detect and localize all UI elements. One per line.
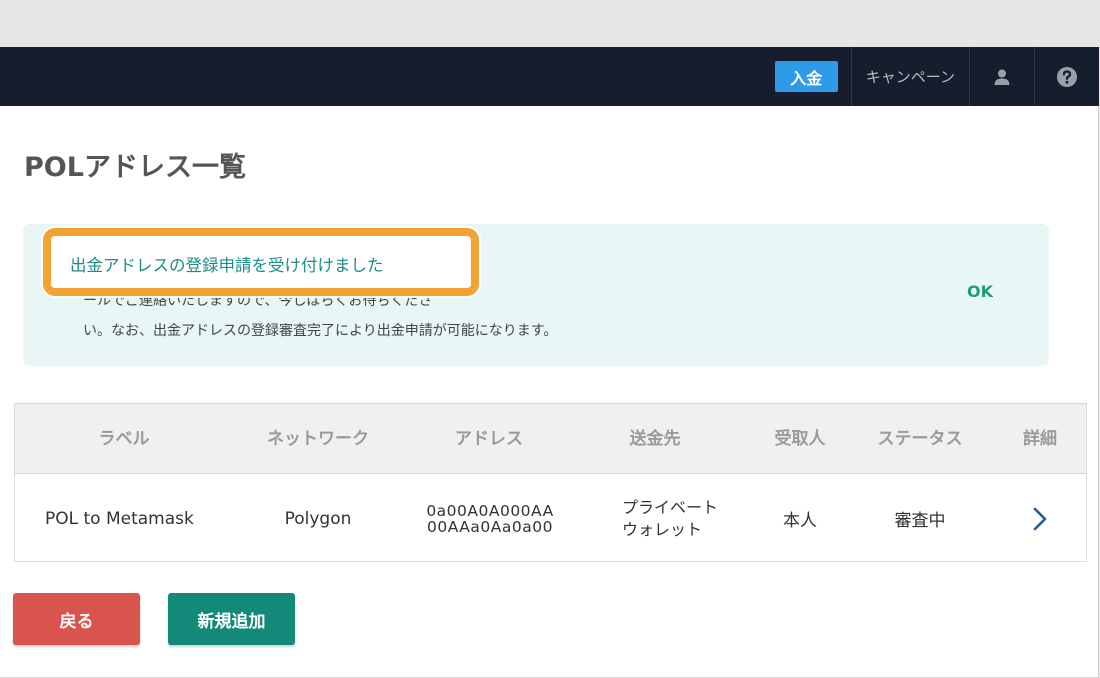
notice-message-line2: い。なお、出金アドレスの登録審査完了により出金申請が可能になります。 bbox=[83, 323, 558, 339]
address-table: ラベル ネットワーク アドレス 送金先 受取人 ステータス 詳細 POL to … bbox=[14, 403, 1087, 562]
cell-label: POL to Metamask bbox=[45, 508, 194, 529]
column-header-network: ネットワーク bbox=[267, 429, 369, 449]
campaign-link[interactable]: キャンペーン bbox=[852, 47, 969, 106]
notice-banner: ールでご連絡いたしますので、今しばらくお待ちくださ い。なお、出金アドレスの登録… bbox=[23, 224, 1049, 366]
top-navbar: 入金 キャンペーン bbox=[0, 47, 1099, 106]
cell-network: Polygon bbox=[284, 508, 352, 529]
user-menu-button[interactable] bbox=[970, 47, 1034, 106]
back-button[interactable]: 戻る bbox=[13, 593, 140, 645]
cell-address: 0a00A0A000AA 00AAa0Aa0a00 bbox=[395, 475, 585, 562]
column-header-status: ステータス bbox=[877, 429, 963, 449]
cell-destination: プライベート ウォレット bbox=[615, 475, 725, 562]
cell-address-line1: 0a00A0A000AA bbox=[426, 501, 554, 520]
cell-address-line2: 00AAa0Aa0a00 bbox=[427, 517, 553, 536]
column-header-destination: 送金先 bbox=[629, 429, 681, 449]
row-detail-button[interactable] bbox=[1020, 475, 1060, 562]
cell-status: 審査中 bbox=[894, 511, 946, 531]
notice-title-highlight: 出金アドレスの登録申請を受け付けました bbox=[43, 228, 479, 296]
cell-destination-line2: ウォレット bbox=[621, 519, 702, 539]
table-row[interactable]: POL to Metamask Polygon 0a00A0A000AA 00A… bbox=[15, 475, 1086, 562]
user-icon bbox=[994, 69, 1010, 85]
help-button[interactable] bbox=[1035, 47, 1099, 106]
deposit-button[interactable]: 入金 bbox=[774, 61, 838, 92]
page-title: POLアドレス一覧 bbox=[24, 152, 246, 183]
cell-destination-line1: プライベート bbox=[621, 497, 718, 517]
browser-window: 入金 キャンペーン POLアドレス一覧 ールでご連絡いたしますので、今しばらくお… bbox=[0, 47, 1099, 678]
notice-title: 出金アドレスの登録申請を受け付けました bbox=[70, 256, 384, 275]
notice-ok-button[interactable]: OK bbox=[967, 282, 993, 301]
column-header-label: ラベル bbox=[98, 429, 150, 449]
column-header-recipient: 受取人 bbox=[774, 429, 826, 449]
table-header: ラベル ネットワーク アドレス 送金先 受取人 ステータス 詳細 bbox=[15, 404, 1086, 474]
column-header-detail: 詳細 bbox=[1023, 429, 1057, 449]
help-icon bbox=[1057, 66, 1077, 87]
column-header-address: アドレス bbox=[455, 429, 523, 449]
chevron-right-icon bbox=[1033, 507, 1047, 530]
add-new-button[interactable]: 新規追加 bbox=[168, 593, 295, 645]
cell-recipient: 本人 bbox=[783, 511, 817, 531]
